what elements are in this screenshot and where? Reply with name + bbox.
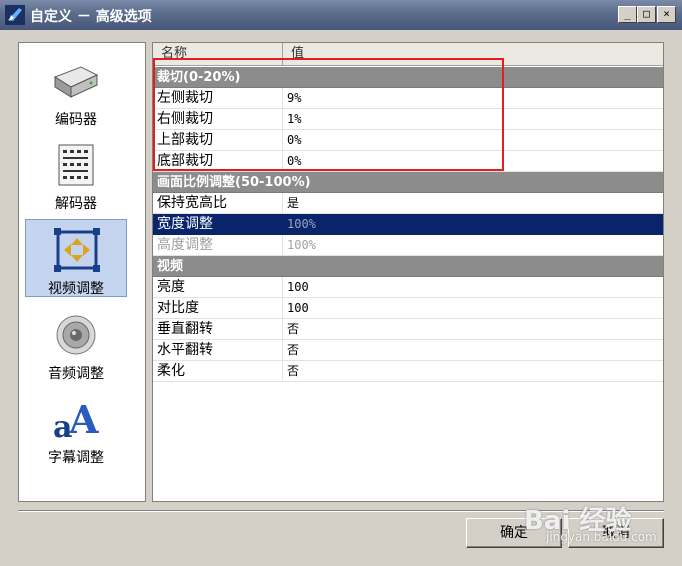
ok-button[interactable]: 确定 xyxy=(466,518,562,548)
property-value[interactable]: 100% xyxy=(283,214,663,234)
category-row-crop[interactable]: 裁切(0-20%) xyxy=(153,67,663,88)
property-name: 保持宽高比 xyxy=(153,193,283,213)
property-value[interactable]: 100 xyxy=(283,277,663,297)
sidebar-item-label: 视频调整 xyxy=(48,281,104,297)
category-title: 画面比例调整(50-100%) xyxy=(157,175,311,190)
property-name: 对比度 xyxy=(153,298,283,318)
property-value[interactable]: 9% xyxy=(283,88,663,108)
property-row[interactable]: 柔化 否 xyxy=(153,361,663,382)
hard-drive-icon xyxy=(53,66,99,98)
property-value[interactable]: 否 xyxy=(283,340,663,360)
sidebar-item-label: 编码器 xyxy=(55,112,97,128)
property-value[interactable]: 否 xyxy=(283,319,663,339)
sidebar-item-label: 字幕调整 xyxy=(48,450,104,466)
sidebar-item-encoder[interactable]: 编码器 xyxy=(25,51,127,129)
footer-separator xyxy=(18,510,664,512)
category-sidebar: 编码器 解码器 视频调整 音频调整 a A 字幕调整 xyxy=(18,42,146,502)
category-title: 视频 xyxy=(157,259,184,274)
property-value[interactable]: 0% xyxy=(283,130,663,150)
sidebar-item-subtitle-adjust[interactable]: a A 字幕调整 xyxy=(25,389,127,467)
property-row[interactable]: 水平翻转 否 xyxy=(153,340,663,361)
property-name: 底部裁切 xyxy=(153,151,283,171)
property-name: 亮度 xyxy=(153,277,283,297)
category-title: 裁切(0-20%) xyxy=(157,70,241,85)
svg-text:A: A xyxy=(68,397,99,441)
close-button[interactable]: × xyxy=(657,6,676,23)
property-row[interactable]: 上部裁切 0% xyxy=(153,130,663,151)
app-icon xyxy=(5,5,25,25)
resize-arrows-icon xyxy=(54,228,100,272)
property-name: 右侧裁切 xyxy=(153,109,283,129)
property-value[interactable]: 否 xyxy=(283,361,663,381)
property-value[interactable]: 是 xyxy=(283,193,663,213)
property-name: 水平翻转 xyxy=(153,340,283,360)
property-value: 100% xyxy=(287,238,316,252)
sidebar-item-decoder[interactable]: 解码器 xyxy=(25,135,127,213)
property-grid: 名称 值 裁切(0-20%) 左侧裁切 9% 右侧裁切 1% 上部裁切 0% 底… xyxy=(152,42,664,502)
property-name: 高度调整 xyxy=(153,235,283,255)
property-row[interactable]: 垂直翻转 否 xyxy=(153,319,663,340)
grid-header: 名称 值 xyxy=(153,43,663,66)
sidebar-item-label: 音频调整 xyxy=(48,366,104,382)
column-header-name[interactable]: 名称 xyxy=(153,43,283,65)
property-name: 宽度调整 xyxy=(153,214,283,234)
property-row[interactable]: 左侧裁切 9% xyxy=(153,88,663,109)
property-row-selected[interactable]: 宽度调整 100% xyxy=(153,214,663,235)
font-letter-a-icon: a A xyxy=(53,397,99,441)
property-value[interactable]: 1% xyxy=(283,109,663,129)
sidebar-item-audio-adjust[interactable]: 音频调整 xyxy=(25,305,127,383)
property-row[interactable]: 右侧裁切 1% xyxy=(153,109,663,130)
property-name: 左侧裁切 xyxy=(153,88,283,108)
speaker-icon xyxy=(56,315,96,355)
property-name: 柔化 xyxy=(153,361,283,381)
property-name: 上部裁切 xyxy=(153,130,283,150)
circuit-board-icon xyxy=(58,144,94,186)
property-row-disabled: 高度调整 100% xyxy=(153,235,663,256)
property-value[interactable]: 0% xyxy=(283,151,663,171)
column-header-value[interactable]: 值 xyxy=(283,43,663,65)
category-row-aspect[interactable]: 画面比例调整(50-100%) xyxy=(153,172,663,193)
property-value[interactable]: 100 xyxy=(283,298,663,318)
sidebar-item-video-adjust[interactable]: 视频调整 xyxy=(25,219,127,297)
property-row[interactable]: 保持宽高比 是 xyxy=(153,193,663,214)
minimize-button[interactable]: _ xyxy=(618,6,637,23)
category-row-video[interactable]: 视频 xyxy=(153,256,663,277)
maximize-button[interactable]: □ xyxy=(637,6,656,23)
cancel-button[interactable]: 取消 xyxy=(568,518,664,548)
title-bar[interactable]: 自定义 － 高级选项 _ □ × xyxy=(0,0,682,30)
sidebar-item-label: 解码器 xyxy=(55,196,97,212)
property-row[interactable]: 底部裁切 0% xyxy=(153,151,663,172)
property-row[interactable]: 对比度 100 xyxy=(153,298,663,319)
property-name: 垂直翻转 xyxy=(153,319,283,339)
property-row[interactable]: 亮度 100 xyxy=(153,277,663,298)
window-title: 自定义 － 高级选项 xyxy=(30,9,152,25)
